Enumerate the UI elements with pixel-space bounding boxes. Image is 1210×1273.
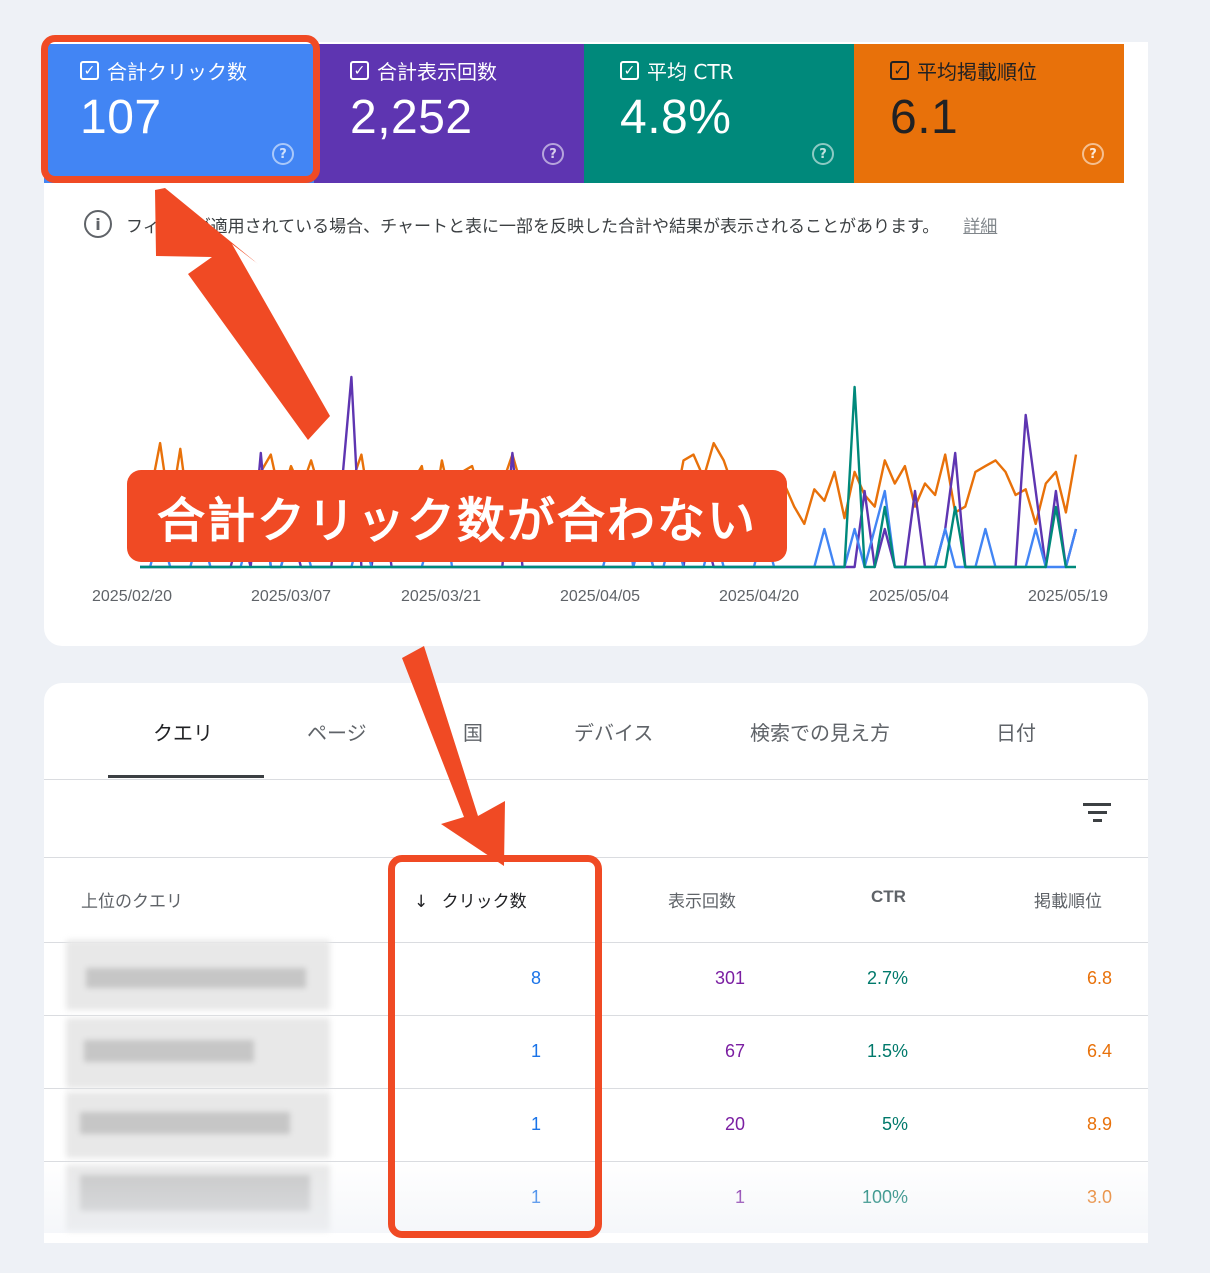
- annotation-callout: 合計クリック数が合わない: [127, 470, 787, 562]
- annotation-arrows: [155, 188, 505, 866]
- arrow-down-icon: [402, 646, 505, 866]
- arrow-up-icon: [155, 188, 330, 440]
